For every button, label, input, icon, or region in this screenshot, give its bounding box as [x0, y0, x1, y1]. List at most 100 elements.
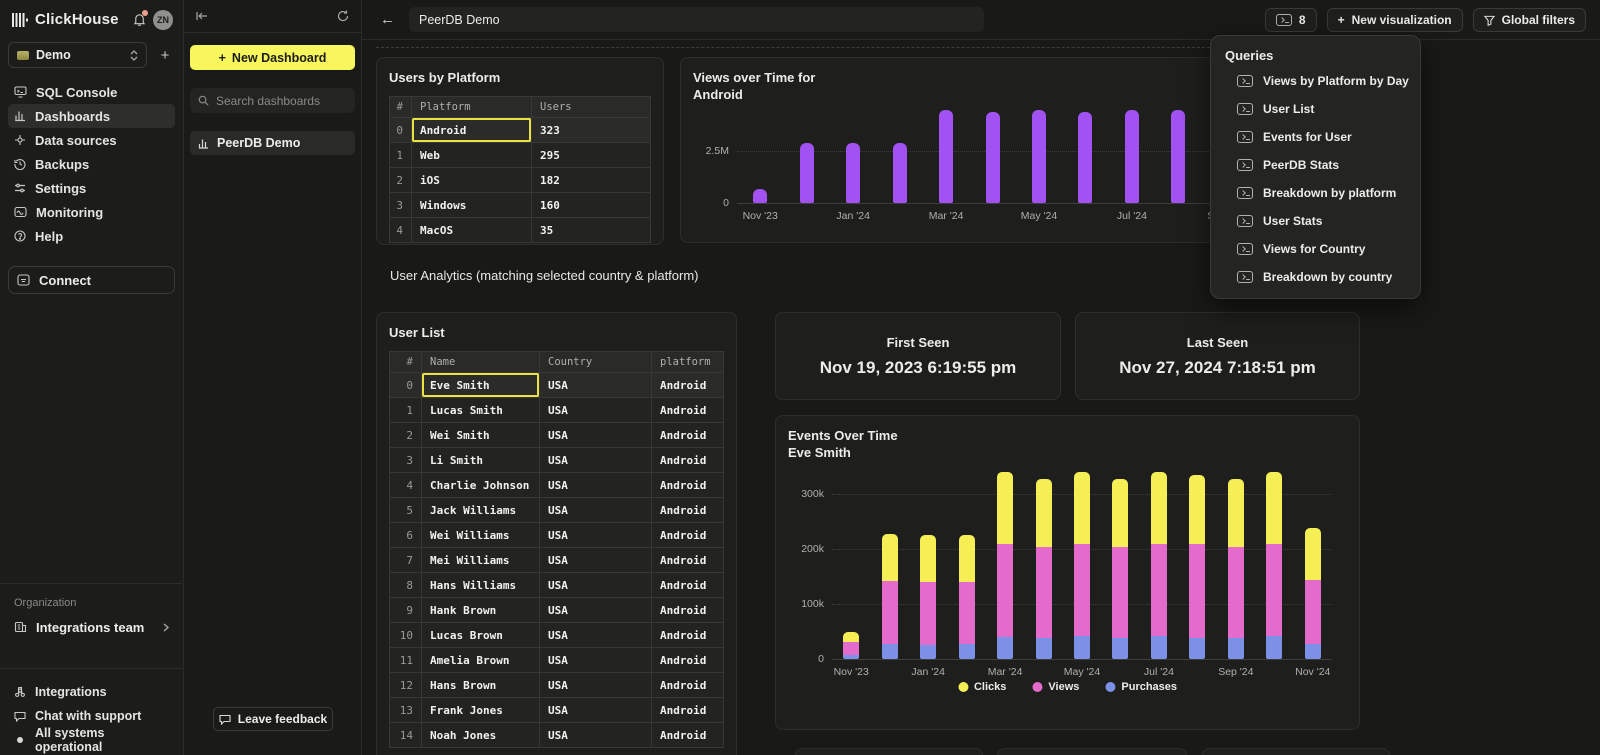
bar-nov-23-views[interactable] — [843, 642, 859, 655]
table-row[interactable]: 4MacOS35 — [390, 218, 650, 243]
table-row[interactable]: 7Mei WilliamsUSAAndroid — [390, 548, 723, 573]
bar-dec-23-views[interactable] — [882, 581, 898, 644]
team-selector[interactable]: Integrations team — [8, 614, 175, 640]
refresh-icon[interactable] — [337, 10, 349, 22]
table-row[interactable]: 9Hank BrownUSAAndroid — [390, 598, 723, 623]
table-row[interactable]: 5Jack WilliamsUSAAndroid — [390, 498, 723, 523]
bar-apr-24-views[interactable] — [1036, 547, 1052, 638]
bar-jul-24-purchases[interactable] — [1151, 636, 1167, 659]
table-row[interactable]: 3Li SmithUSAAndroid — [390, 448, 723, 473]
footer-item-all-systems-operational[interactable]: All systems operational — [8, 728, 175, 752]
bar-aug-24[interactable] — [1171, 110, 1185, 203]
footer-item-chat-with-support[interactable]: Chat with support — [8, 704, 175, 728]
sidebar-item-backups[interactable]: Backups — [8, 152, 175, 176]
bar-dec-23[interactable] — [800, 143, 814, 203]
search-input[interactable] — [216, 94, 347, 108]
bar-jan-24[interactable] — [846, 143, 860, 203]
query-item-events-for-user[interactable]: Events for User — [1225, 123, 1420, 151]
bar-may-24[interactable] — [1032, 110, 1046, 203]
bar-apr-24-purchases[interactable] — [1036, 638, 1052, 659]
bar-jun-24-views[interactable] — [1112, 547, 1128, 638]
bar-nov-24-views[interactable] — [1305, 580, 1321, 644]
bar-may-24-purchases[interactable] — [1074, 636, 1090, 659]
bar-feb-24[interactable] — [893, 143, 907, 203]
table-row[interactable]: 10Lucas BrownUSAAndroid — [390, 623, 723, 648]
global-filters-button[interactable]: Global filters — [1473, 8, 1586, 32]
table-row[interactable]: 12Hans BrownUSAAndroid — [390, 673, 723, 698]
bar-feb-24-purchases[interactable] — [959, 644, 975, 659]
footer-item-integrations[interactable]: Integrations — [8, 680, 175, 704]
sidebar-item-settings[interactable]: Settings — [8, 176, 175, 200]
bar-apr-24-clicks[interactable] — [1036, 479, 1052, 547]
bar-jan-24-clicks[interactable] — [920, 535, 936, 582]
bar-mar-24-purchases[interactable] — [997, 637, 1013, 659]
bar-feb-24-clicks[interactable] — [959, 535, 975, 582]
table-row[interactable]: 4Charlie JohnsonUSAAndroid — [390, 473, 723, 498]
bar-jun-24-purchases[interactable] — [1112, 638, 1128, 659]
bar-oct-24-views[interactable] — [1266, 544, 1282, 637]
bar-aug-24-clicks[interactable] — [1189, 475, 1205, 544]
bar-sep-24-clicks[interactable] — [1228, 479, 1244, 547]
bar-mar-24-views[interactable] — [997, 544, 1013, 637]
dashboard-item-peerdb-demo[interactable]: PeerDB Demo — [190, 131, 355, 155]
add-workspace-button[interactable]: + — [155, 45, 175, 65]
bar-mar-24-clicks[interactable] — [997, 472, 1013, 543]
query-item-user-stats[interactable]: User Stats — [1225, 207, 1420, 235]
sidebar-item-help[interactable]: Help — [8, 224, 175, 248]
table-row[interactable]: 6Wei WilliamsUSAAndroid — [390, 523, 723, 548]
bar-feb-24-views[interactable] — [959, 582, 975, 644]
bar-dec-23-purchases[interactable] — [882, 644, 898, 659]
query-item-peerdb-stats[interactable]: PeerDB Stats — [1225, 151, 1420, 179]
bar-sep-24-views[interactable] — [1228, 547, 1244, 638]
query-item-views-by-platform-by-day[interactable]: Views by Platform by Day — [1225, 67, 1420, 95]
bar-nov-24-purchases[interactable] — [1305, 644, 1321, 659]
legend-item-clicks[interactable]: Clicks — [958, 681, 1006, 693]
bar-nov-23[interactable] — [753, 189, 767, 203]
bar-may-24-clicks[interactable] — [1074, 472, 1090, 543]
query-item-breakdown-by-platform[interactable]: Breakdown by platform — [1225, 179, 1420, 207]
bar-may-24-views[interactable] — [1074, 544, 1090, 636]
query-item-breakdown-by-country[interactable]: Breakdown by country — [1225, 263, 1420, 291]
bar-nov-24-clicks[interactable] — [1305, 528, 1321, 580]
notification-bell-icon[interactable] — [133, 13, 146, 26]
table-row[interactable]: 1Lucas SmithUSAAndroid — [390, 398, 723, 423]
sidebar-item-monitoring[interactable]: Monitoring — [8, 200, 175, 224]
bar-oct-24-purchases[interactable] — [1266, 636, 1282, 659]
bar-apr-24[interactable] — [986, 112, 1000, 203]
bar-jan-24-purchases[interactable] — [920, 645, 936, 659]
table-row[interactable]: 14Noah JonesUSAAndroid — [390, 723, 723, 748]
bar-oct-24-clicks[interactable] — [1266, 472, 1282, 543]
connect-button[interactable]: Connect — [8, 266, 175, 294]
dashboard-title-input[interactable] — [409, 7, 984, 32]
table-row[interactable]: 0Android323 — [390, 118, 650, 143]
new-dashboard-button[interactable]: + New Dashboard — [190, 45, 355, 70]
sidebar-item-sql-console[interactable]: SQL Console — [8, 80, 175, 104]
table-row[interactable]: 8Hans WilliamsUSAAndroid — [390, 573, 723, 598]
bar-jul-24-clicks[interactable] — [1151, 472, 1167, 543]
workspace-selector[interactable]: Demo — [8, 42, 147, 68]
avatar[interactable]: ZN — [153, 10, 173, 30]
bar-jul-24[interactable] — [1125, 110, 1139, 203]
bar-aug-24-purchases[interactable] — [1189, 638, 1205, 659]
legend-item-purchases[interactable]: Purchases — [1105, 681, 1177, 693]
bar-nov-23-purchases[interactable] — [843, 655, 859, 659]
collapse-sidebar-icon[interactable] — [196, 11, 208, 21]
table-row[interactable]: 2Wei SmithUSAAndroid — [390, 423, 723, 448]
new-visualization-button[interactable]: + New visualization — [1327, 8, 1463, 32]
bar-nov-23-clicks[interactable] — [843, 632, 859, 642]
bar-jun-24-clicks[interactable] — [1112, 479, 1128, 547]
sidebar-item-data-sources[interactable]: Data sources — [8, 128, 175, 152]
bar-aug-24-views[interactable] — [1189, 544, 1205, 637]
bar-sep-24-purchases[interactable] — [1228, 638, 1244, 659]
dashboard-search[interactable] — [190, 88, 355, 113]
sidebar-item-dashboards[interactable]: Dashboards — [8, 104, 175, 128]
back-arrow-icon[interactable]: ← — [380, 11, 395, 28]
bar-mar-24[interactable] — [939, 110, 953, 203]
leave-feedback-button[interactable]: Leave feedback — [213, 707, 333, 731]
table-row[interactable]: 2iOS182 — [390, 168, 650, 193]
table-row[interactable]: 11Amelia BrownUSAAndroid — [390, 648, 723, 673]
legend-item-views[interactable]: Views — [1032, 681, 1079, 693]
bar-jul-24-views[interactable] — [1151, 544, 1167, 637]
table-row[interactable]: 0Eve SmithUSAAndroid — [390, 373, 723, 398]
bar-dec-23-clicks[interactable] — [882, 534, 898, 581]
